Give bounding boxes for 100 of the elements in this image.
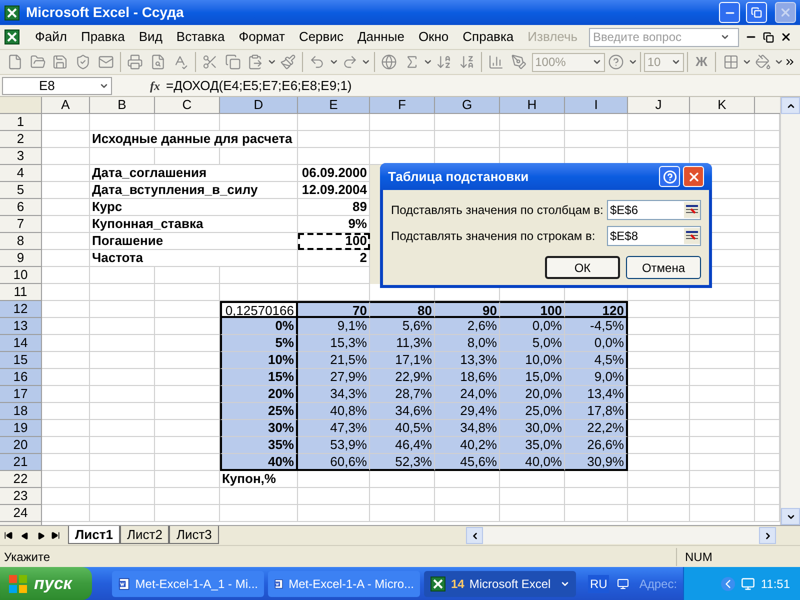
menu-item[interactable]: Вставка bbox=[169, 27, 232, 47]
chevrons-right-icon[interactable] bbox=[784, 56, 796, 68]
column-header[interactable]: C bbox=[155, 97, 220, 114]
select-all-button[interactable] bbox=[0, 97, 42, 114]
taskbar-button[interactable]: Met-Excel-1-A - Micro... bbox=[268, 570, 420, 596]
help-search-field[interactable]: Введите вопрос bbox=[589, 28, 739, 46]
column-header[interactable]: G bbox=[435, 97, 500, 114]
column-header[interactable]: H bbox=[500, 97, 565, 114]
caret-icon[interactable] bbox=[266, 57, 276, 67]
taskbar-button[interactable]: 14 Microsoft Excel bbox=[424, 570, 576, 596]
row-header[interactable]: 21 bbox=[0, 454, 42, 471]
column-header[interactable]: F bbox=[370, 97, 435, 114]
scroll-left-button[interactable] bbox=[466, 527, 483, 544]
caret-icon[interactable] bbox=[360, 57, 371, 67]
caret-icon[interactable] bbox=[422, 57, 433, 67]
row-header[interactable]: 13 bbox=[0, 318, 42, 335]
row-header[interactable]: 23 bbox=[0, 488, 42, 505]
scroll-down-button[interactable] bbox=[781, 508, 800, 525]
column-header[interactable]: J bbox=[628, 97, 690, 114]
sheet-tab[interactable]: Лист1 bbox=[68, 526, 120, 544]
taskbar-button[interactable]: Met-Excel-1-A_1 - Mi... bbox=[112, 570, 264, 596]
menu-item[interactable]: Вид bbox=[132, 27, 170, 47]
monitor-icon[interactable] bbox=[617, 578, 630, 590]
dialog-button[interactable]: ОК bbox=[545, 256, 620, 279]
row-header[interactable]: 8 bbox=[0, 233, 42, 250]
menu-item[interactable]: Справка bbox=[456, 27, 521, 47]
row-header[interactable]: 7 bbox=[0, 216, 42, 233]
row-header[interactable]: 1 bbox=[0, 114, 42, 131]
row-header[interactable]: 16 bbox=[0, 369, 42, 386]
restore-icon[interactable] bbox=[763, 32, 774, 42]
menu-item[interactable]: Сервис bbox=[292, 27, 350, 47]
sheet-cell: 0,0% bbox=[500, 318, 565, 335]
help-button[interactable] bbox=[659, 166, 680, 187]
reference-field[interactable]: $E$6 bbox=[607, 200, 701, 220]
row-header[interactable]: 9 bbox=[0, 250, 42, 267]
sheet-cell: 26,6% bbox=[565, 437, 628, 454]
row-header[interactable]: 17 bbox=[0, 386, 42, 403]
reference-field[interactable]: $E$8 bbox=[607, 226, 701, 246]
column-header[interactable]: A bbox=[42, 97, 90, 114]
row-header[interactable]: 10 bbox=[0, 267, 42, 284]
horizontal-scrollbar[interactable] bbox=[466, 527, 776, 544]
row-header[interactable]: 11 bbox=[0, 284, 42, 301]
row-header[interactable]: 4 bbox=[0, 165, 42, 182]
language-indicator[interactable]: RU bbox=[588, 574, 610, 592]
sheet-cell: 40,2% bbox=[435, 437, 500, 454]
scroll-up-button[interactable] bbox=[781, 97, 800, 114]
collapse-dialog-icon[interactable] bbox=[684, 202, 700, 218]
minimize-button[interactable] bbox=[719, 2, 740, 23]
tray-icon[interactable] bbox=[740, 576, 755, 590]
close-icon[interactable] bbox=[780, 31, 792, 43]
formula-text: =ДОХОД(E4;E5;E7;E6;E8;E9;1) bbox=[166, 76, 352, 95]
dialog-button[interactable]: Отмена bbox=[626, 256, 701, 279]
chevron-left-icon[interactable] bbox=[720, 576, 735, 590]
menu-item[interactable]: Данные bbox=[350, 27, 412, 47]
caret-icon[interactable] bbox=[592, 57, 602, 67]
menu-item[interactable]: Формат bbox=[232, 27, 292, 47]
next-sheet-icon[interactable] bbox=[37, 532, 45, 540]
caret-icon[interactable] bbox=[328, 57, 338, 67]
row-header[interactable]: 22 bbox=[0, 471, 42, 488]
column-header[interactable]: B bbox=[90, 97, 155, 114]
menu-item[interactable]: Окно bbox=[411, 27, 456, 47]
row-header[interactable]: 3 bbox=[0, 148, 42, 165]
collapse-dialog-icon[interactable] bbox=[684, 228, 700, 244]
row-header[interactable] bbox=[0, 522, 42, 525]
start-button[interactable]: пуск bbox=[0, 567, 92, 600]
column-header[interactable]: I bbox=[565, 97, 628, 114]
row-header[interactable]: 2 bbox=[0, 131, 42, 148]
caret-icon[interactable] bbox=[670, 57, 681, 67]
first-sheet-icon[interactable] bbox=[4, 531, 13, 540]
last-sheet-icon[interactable] bbox=[51, 531, 60, 540]
caret-icon[interactable] bbox=[720, 32, 730, 42]
row-header[interactable]: 14 bbox=[0, 335, 42, 352]
column-header[interactable]: D bbox=[220, 97, 298, 114]
row-header[interactable]: 6 bbox=[0, 199, 42, 216]
row-header[interactable]: 20 bbox=[0, 437, 42, 454]
caret-icon[interactable] bbox=[774, 57, 784, 67]
row-header[interactable]: 15 bbox=[0, 352, 42, 369]
column-header[interactable]: E bbox=[298, 97, 370, 114]
sheet-tab[interactable]: Лист2 bbox=[120, 526, 170, 544]
previous-sheet-icon[interactable] bbox=[21, 532, 29, 540]
help-icon bbox=[662, 170, 676, 184]
name-box[interactable]: E8 bbox=[2, 76, 112, 94]
close-icon bbox=[686, 170, 700, 184]
scroll-right-button[interactable] bbox=[759, 527, 776, 544]
row-header[interactable]: 24 bbox=[0, 505, 42, 522]
restore-button[interactable] bbox=[746, 2, 767, 23]
column-header[interactable]: K bbox=[690, 97, 755, 114]
sheet-cell: 22,2% bbox=[565, 420, 628, 437]
sheet-tab[interactable]: Лист3 bbox=[169, 526, 219, 544]
row-header[interactable]: 18 bbox=[0, 403, 42, 420]
sheet-cell: 15,0% bbox=[500, 369, 565, 386]
caret-icon[interactable] bbox=[742, 57, 752, 67]
row-header[interactable]: 19 bbox=[0, 420, 42, 437]
row-header[interactable]: 5 bbox=[0, 182, 42, 199]
vertical-scrollbar[interactable] bbox=[780, 97, 800, 525]
row-header[interactable]: 12 bbox=[0, 301, 42, 318]
insert-function-button[interactable]: fx bbox=[150, 76, 160, 94]
menu-item[interactable]: Файл bbox=[28, 27, 74, 47]
menu-item[interactable]: Правка bbox=[74, 27, 132, 47]
caret-icon[interactable] bbox=[628, 57, 638, 67]
